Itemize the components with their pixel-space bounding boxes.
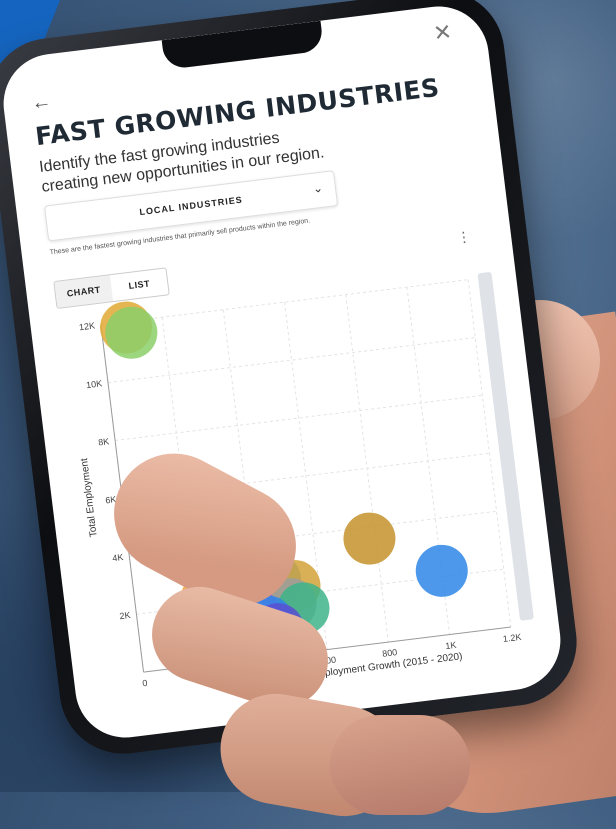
- grid-line-y: [107, 337, 476, 384]
- chevron-down-icon: ⌄: [311, 180, 324, 196]
- y-tick-label: 10K: [86, 378, 103, 390]
- dropdown-selected-value: LOCAL INDUSTRIES: [138, 194, 244, 218]
- scatter-point: [415, 544, 468, 597]
- phone-notch: [161, 20, 325, 70]
- grid-line-x: [345, 294, 389, 643]
- y-tick-label: 2K: [119, 610, 131, 621]
- x-tick-label: 1.2K: [502, 632, 522, 644]
- tab-chart[interactable]: CHART: [54, 275, 114, 308]
- x-tick-label: 0: [142, 678, 148, 689]
- chart-scrollbar: [477, 272, 534, 621]
- y-tick-label: 4K: [112, 552, 124, 563]
- more-vertical-icon[interactable]: ⋮: [456, 228, 472, 247]
- x-tick-label: 800: [382, 647, 398, 659]
- y-tick-label: 8K: [98, 436, 110, 447]
- back-arrow-icon[interactable]: ←: [30, 90, 53, 115]
- x-tick-label: 1K: [445, 640, 457, 651]
- close-icon[interactable]: ✕: [432, 19, 453, 47]
- tab-list[interactable]: LIST: [110, 268, 169, 301]
- scatter-point: [343, 512, 396, 565]
- y-tick-label: 12K: [78, 320, 95, 332]
- hand-finger-3: [330, 715, 470, 815]
